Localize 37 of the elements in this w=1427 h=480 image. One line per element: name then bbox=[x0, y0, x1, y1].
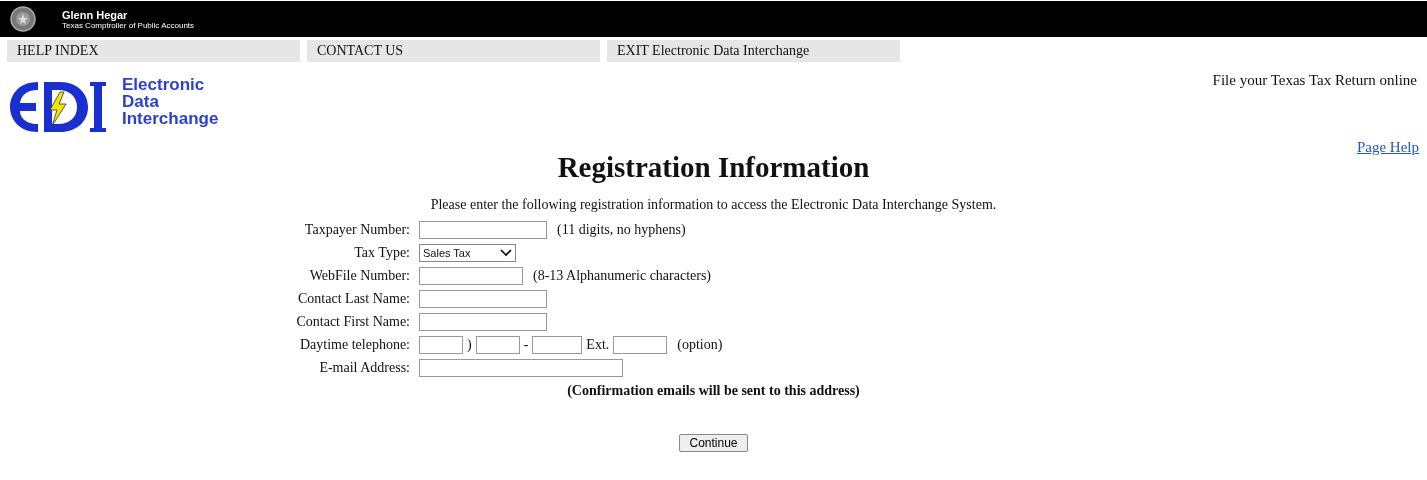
field-hint: (11 digits, no hyphens) bbox=[557, 222, 686, 238]
input-field[interactable] bbox=[419, 359, 623, 377]
field-label: E-mail Address: bbox=[318, 360, 410, 376]
separator-text: ) bbox=[467, 337, 472, 353]
nav-link[interactable]: EXIT Electronic Data Interchange bbox=[607, 40, 900, 62]
field-label: Tax Type: bbox=[353, 245, 410, 261]
tax-type-dropdown[interactable]: Sales Tax bbox=[419, 244, 516, 262]
chevron-down-icon bbox=[500, 249, 512, 257]
ext-label: Ext. bbox=[586, 337, 610, 353]
promo-text: File your Texas Tax Return online bbox=[1212, 72, 1417, 89]
page-title: Registration Information bbox=[556, 150, 871, 185]
area-code-field[interactable] bbox=[419, 336, 463, 354]
field-label: Contact Last Name: bbox=[297, 291, 410, 307]
official-title: Texas Comptroller of Public Accounts bbox=[62, 20, 195, 30]
seal-icon bbox=[10, 6, 36, 32]
input-field[interactable] bbox=[419, 221, 547, 239]
field-label: WebFile Number: bbox=[308, 268, 410, 284]
page-help-link[interactable]: Page Help bbox=[1356, 139, 1419, 156]
confirmation-note: (Confirmation emails will be sent to this address) bbox=[566, 383, 861, 399]
continue-button[interactable]: Continue bbox=[679, 434, 748, 452]
intro-text: Please enter the following registration information to access the Electronic Data Interchange System. bbox=[429, 197, 998, 213]
phone-prefix-field[interactable] bbox=[475, 336, 520, 354]
nav-link[interactable]: CONTACT US bbox=[307, 40, 600, 62]
input-field[interactable] bbox=[419, 267, 523, 285]
field-label: Contact First Name: bbox=[295, 314, 410, 330]
logo-text: Electronic Data Interchange bbox=[122, 76, 219, 127]
separator-text: - bbox=[523, 337, 529, 353]
extension-field[interactable] bbox=[613, 336, 668, 354]
input-field[interactable] bbox=[419, 313, 547, 331]
official-name: Glenn Hegar bbox=[62, 8, 129, 21]
field-label: Daytime telephone: bbox=[298, 337, 410, 353]
field-label: Taxpayer Number: bbox=[303, 222, 410, 238]
field-hint: (option) bbox=[677, 337, 723, 353]
phone-line-field[interactable] bbox=[532, 336, 583, 354]
input-field[interactable] bbox=[419, 290, 547, 308]
field-hint: (8-13 Alphanumeric characters) bbox=[533, 268, 712, 284]
nav-link[interactable]: HELP INDEX bbox=[7, 40, 300, 62]
